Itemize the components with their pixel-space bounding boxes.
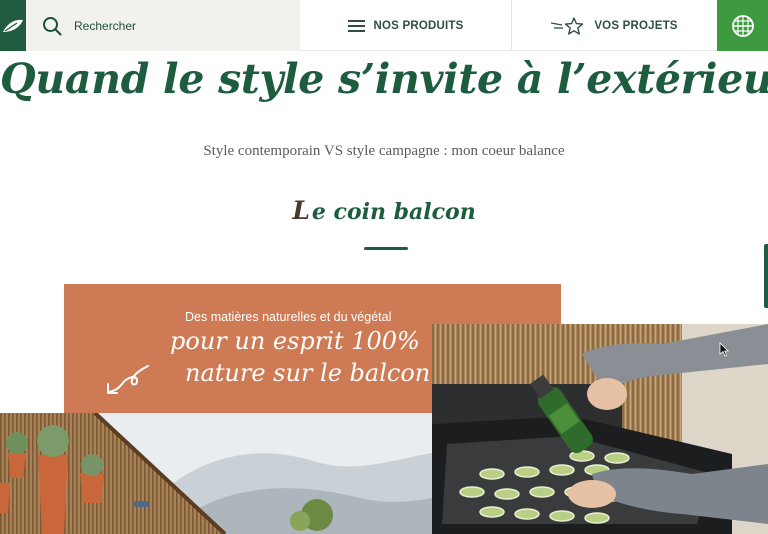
section-title: Le coin balcon [0,196,768,225]
menu-icon [347,19,365,32]
nav-nos-produits-label: NOS PRODUITS [373,19,464,32]
search-input[interactable]: Rechercher [26,0,300,51]
nav-nos-produits[interactable]: NOS PRODUITS [300,0,512,51]
page-subtitle: Style contemporain VS style campagne : m… [203,143,565,159]
search-icon [43,16,62,35]
section-title-rest: e coin balcon [311,199,476,225]
section-divider [364,247,408,250]
side-feedback-tab[interactable] [764,244,768,308]
banner-caption: Des matières naturelles et du végétal [185,310,392,324]
nav-vos-projets-label: VOS PROJETS [594,19,678,32]
page-title: Quand le style s’invite à l’extérieur [0,55,768,103]
banner-headline-line2: nature sur le balcon [185,359,431,387]
banner-headline-line1: pour un esprit 100% [170,327,420,355]
curly-arrow-icon [107,365,149,394]
logo[interactable] [0,0,26,51]
basket-button[interactable] [717,0,768,51]
leaf-logo-icon [3,19,23,32]
search-placeholder: Rechercher [74,18,137,33]
mouse-cursor-icon [719,342,729,357]
nav-vos-projets[interactable]: VOS PROJETS [512,0,717,51]
grill-photo [432,324,768,534]
section-title-initial: L [292,196,310,225]
top-navigation: Rechercher NOS PRODUITS VOS PROJETS [0,0,768,51]
balcony-photo [0,413,432,534]
star-icon [551,16,584,35]
basket-icon [731,14,754,37]
